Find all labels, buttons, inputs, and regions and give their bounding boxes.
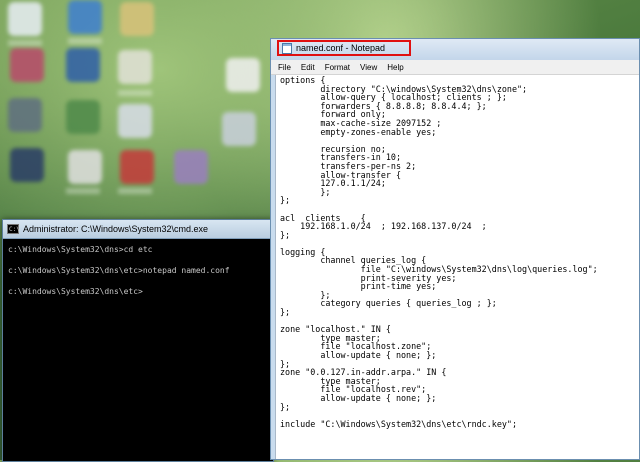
cmd-console[interactable]: c:\Windows\System32\dns>cd etc c:\Window… (3, 239, 273, 314)
desktop-icon[interactable] (120, 2, 154, 36)
desktop-icon[interactable] (10, 48, 44, 82)
cmd-titlebar[interactable]: C:\ Administrator: C:\Windows\System32\c… (3, 220, 273, 239)
notepad-icon (282, 42, 292, 54)
desktop-icon[interactable] (120, 150, 154, 184)
text-line: }; (280, 195, 291, 206)
desktop-icon-label (118, 188, 152, 194)
desktop-icon[interactable] (8, 2, 42, 36)
text-line: }; (280, 307, 291, 318)
text-line: allow-update { none; }; (280, 392, 437, 403)
desktop-icon[interactable] (226, 58, 260, 92)
text-line: allow-update { none; }; (280, 350, 437, 360)
cmd-line: c:\Windows\System32\dns\etc> (8, 287, 143, 296)
desktop-icon[interactable] (66, 48, 100, 82)
notepad-menubar: File Edit Format View Help (271, 60, 639, 75)
text-line (280, 239, 635, 248)
title-highlight-box: named.conf - Notepad (277, 40, 411, 56)
desktop-icon-label (66, 188, 100, 194)
text-line: }; (280, 186, 331, 197)
desktop-icon[interactable] (8, 98, 42, 132)
menu-view[interactable]: View (355, 63, 382, 72)
cmd-line: c:\Windows\System32\dns>cd etc (8, 245, 153, 254)
cmd-title: Administrator: C:\Windows\System32\cmd.e… (23, 224, 209, 234)
cmd-window[interactable]: C:\ Administrator: C:\Windows\System32\c… (2, 219, 274, 462)
notepad-titlebar[interactable]: named.conf - Notepad (271, 39, 639, 60)
notepad-title: named.conf - Notepad (296, 43, 386, 53)
desktop-icon-label (118, 90, 152, 96)
desktop-icon[interactable] (174, 150, 208, 184)
text-line: include "C:\Windows\System32\dns\etc\rnd… (280, 418, 517, 429)
menu-edit[interactable]: Edit (296, 63, 320, 72)
text-line: }; (280, 229, 291, 240)
menu-help[interactable]: Help (382, 63, 408, 72)
menu-file[interactable]: File (273, 63, 296, 72)
desktop-icon[interactable] (68, 0, 102, 34)
cmd-line: c:\Windows\System32\dns\etc>notepad name… (8, 266, 230, 275)
menu-format[interactable]: Format (320, 63, 355, 72)
text-line: empty-zones-enable yes; (280, 126, 437, 137)
desktop-icon[interactable] (222, 112, 256, 146)
desktop-icon[interactable] (118, 50, 152, 84)
notepad-window[interactable]: named.conf - Notepad File Edit Format Vi… (270, 38, 640, 460)
desktop-icon[interactable] (10, 148, 44, 182)
desktop-icon-label (8, 40, 42, 46)
text-line: }; (280, 401, 291, 412)
text-line: category queries { queries_log ; }; (280, 298, 497, 309)
desktop-icon[interactable] (68, 150, 102, 184)
notepad-text-area[interactable]: options { directory "C:\windows\System32… (275, 75, 639, 459)
desktop-icon-label (68, 38, 102, 44)
text-line: 192.168.1.0/24 ; 192.168.137.0/24 ; (280, 221, 487, 232)
text-line: print-time yes; (280, 281, 437, 292)
desktop-icon[interactable] (66, 100, 100, 134)
cmd-icon: C:\ (7, 224, 20, 234)
desktop-icon[interactable] (118, 104, 152, 138)
text-line: 127.0.1.1/24; (280, 178, 386, 189)
